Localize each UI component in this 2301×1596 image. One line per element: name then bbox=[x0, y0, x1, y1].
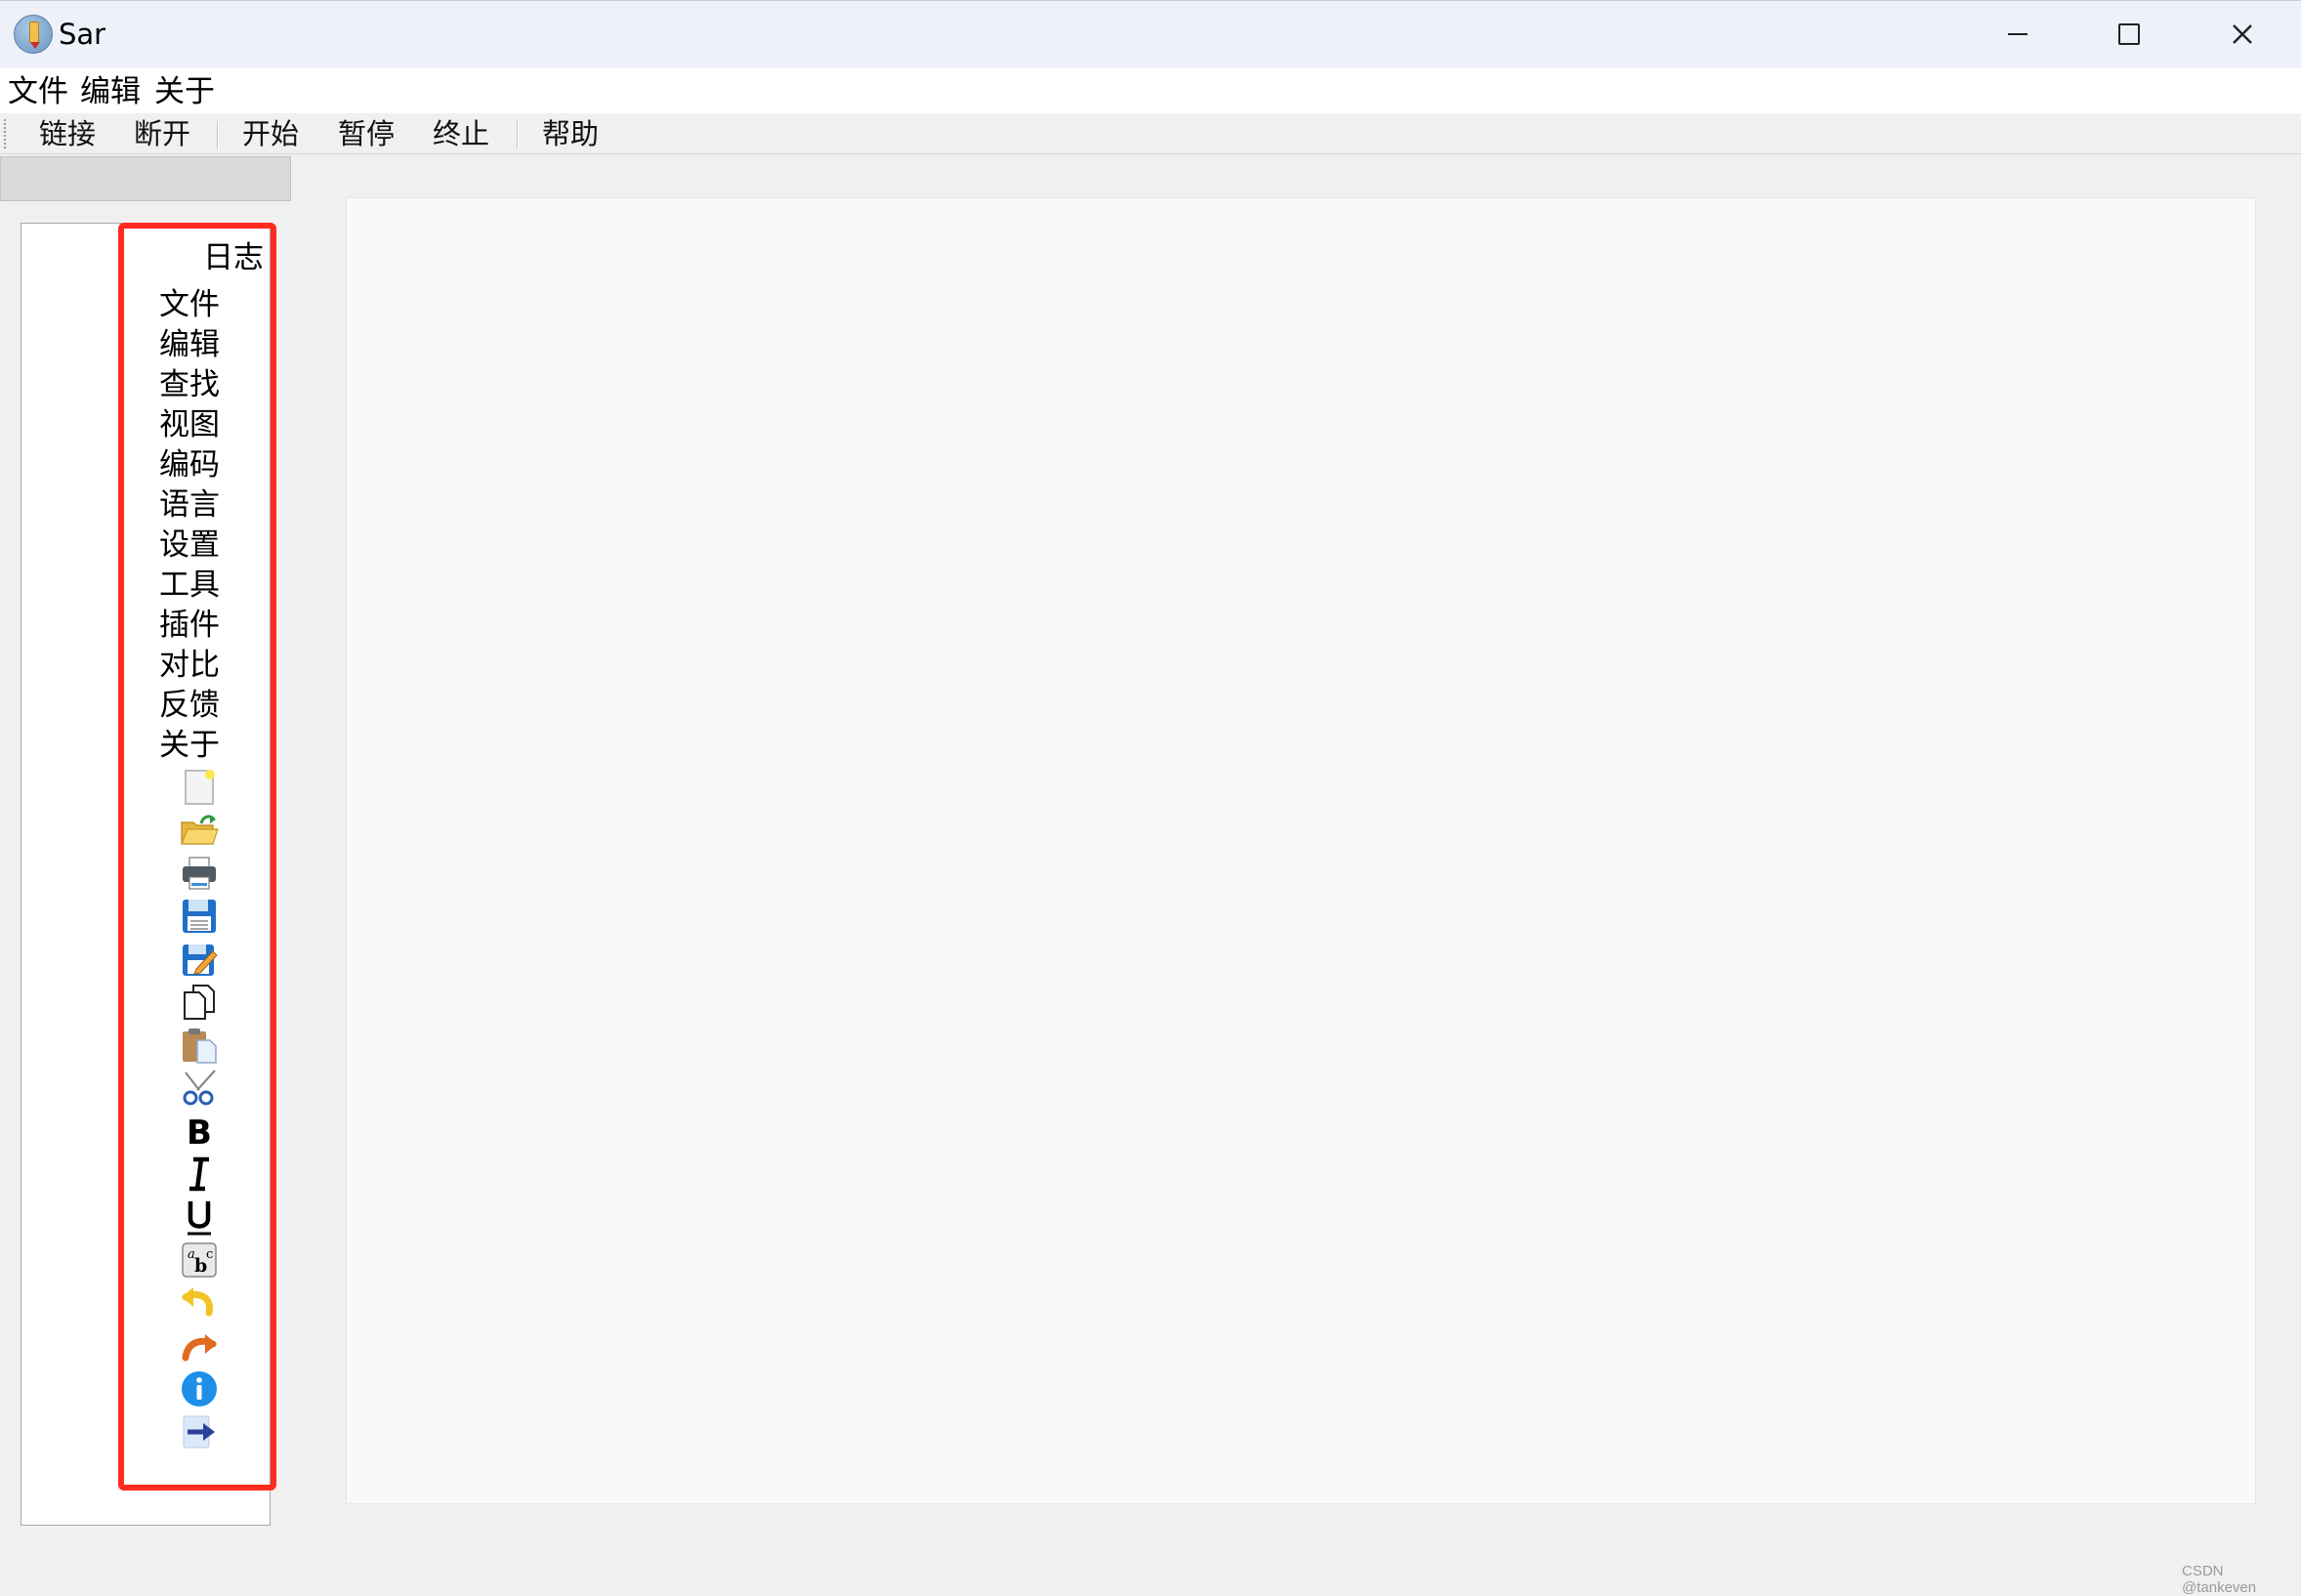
maximize-icon bbox=[2118, 23, 2140, 45]
window-title: Sar bbox=[59, 18, 106, 51]
connect-button[interactable]: 链接 bbox=[39, 115, 96, 152]
close-button[interactable] bbox=[2188, 0, 2297, 68]
app-icon bbox=[14, 15, 53, 54]
menu-about[interactable]: 关于 bbox=[150, 72, 219, 111]
help-button[interactable]: 帮助 bbox=[542, 115, 599, 152]
menu-file[interactable]: 文件 bbox=[4, 72, 72, 111]
toolbar-separator bbox=[217, 121, 219, 148]
start-button[interactable]: 开始 bbox=[242, 115, 299, 152]
disconnect-button[interactable]: 断开 bbox=[134, 115, 190, 152]
content-area[interactable] bbox=[346, 197, 2256, 1504]
minimize-button[interactable] bbox=[1963, 0, 2072, 68]
title-bar bbox=[0, 0, 2301, 68]
watermark: CSDN @tankeven bbox=[2182, 1563, 2257, 1596]
toolbar-grip[interactable] bbox=[4, 119, 9, 148]
minimize-icon bbox=[2008, 33, 2028, 35]
toolbar-separator bbox=[517, 121, 519, 148]
menu-bar bbox=[0, 68, 2301, 113]
close-icon bbox=[2233, 24, 2252, 44]
stop-button[interactable]: 终止 bbox=[433, 115, 489, 152]
highlight-box bbox=[118, 223, 276, 1491]
pause-button[interactable]: 暂停 bbox=[338, 115, 395, 152]
maximize-button[interactable] bbox=[2074, 0, 2184, 68]
dock-tab-strip[interactable] bbox=[0, 156, 291, 201]
menu-edit[interactable]: 编辑 bbox=[76, 72, 145, 111]
